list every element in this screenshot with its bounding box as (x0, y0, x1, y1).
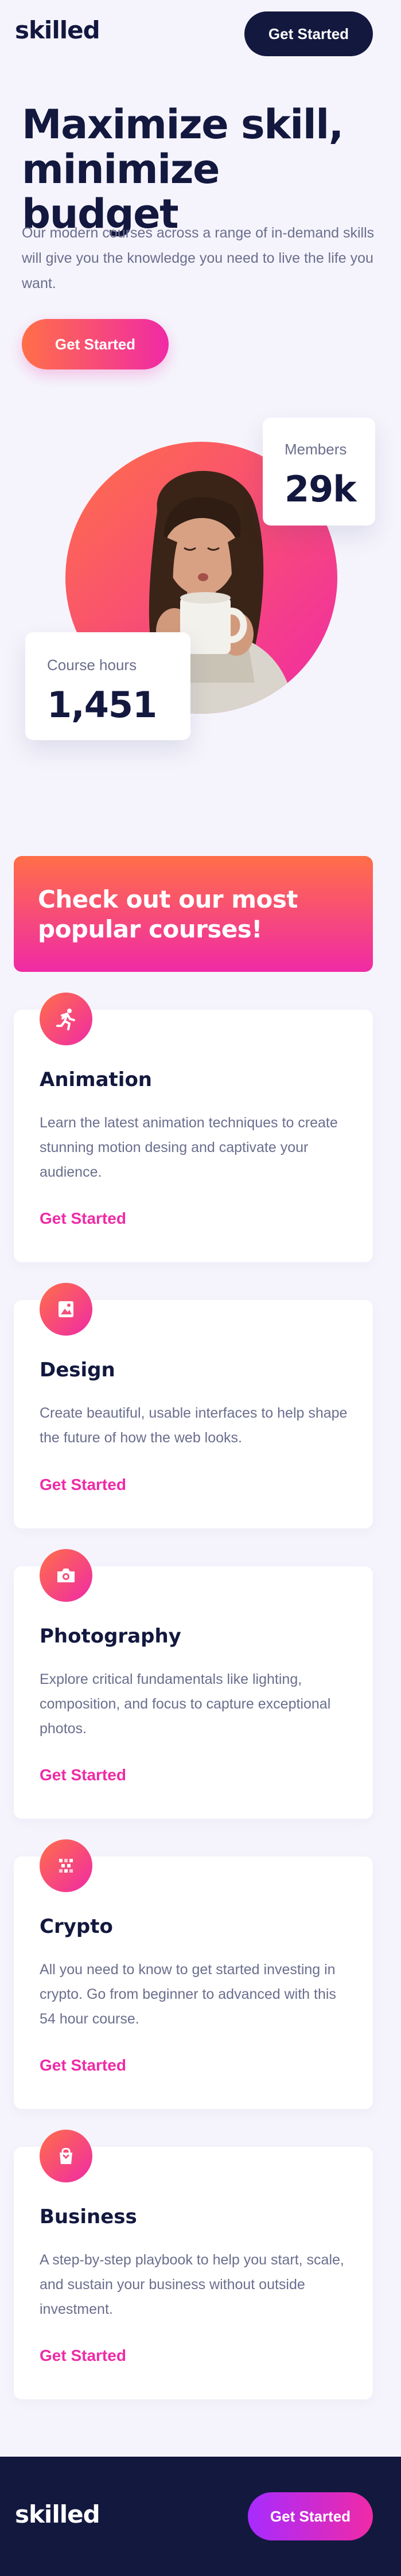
crypto-icon (40, 1839, 92, 1892)
courses-heading: Check out our most popular courses! (38, 885, 298, 943)
course-hours-stat-card: Course hours 1,451 (25, 632, 190, 740)
course-get-started-link[interactable]: Get Started (40, 2347, 126, 2365)
courses-heading-card: Check out our most popular courses! (14, 856, 373, 972)
footer-logo[interactable]: skilled (15, 2500, 100, 2528)
hero-get-started-button[interactable]: Get Started (22, 319, 169, 369)
course-get-started-link[interactable]: Get Started (40, 1209, 126, 1228)
logo[interactable]: skilled (15, 16, 100, 44)
course-title: Design (40, 1359, 115, 1382)
course-description: Explore critical fundamentals like light… (40, 1671, 331, 1737)
course-title: Animation (40, 1068, 153, 1091)
course-card-design: Design Create beautiful, usable interfac… (14, 1283, 373, 1528)
footer: skilled Get Started (0, 2457, 401, 2576)
course-get-started-link[interactable]: Get Started (40, 1476, 126, 1494)
course-card-photography: Photography Explore critical fundamental… (14, 1549, 373, 1819)
course-card-business: Business A step-by-step playbook to help… (14, 2130, 373, 2399)
members-stat-card: Members 29k (263, 418, 375, 526)
course-description: A step-by-step playbook to help you star… (40, 2252, 344, 2317)
running-figure-icon (40, 993, 92, 1045)
hero-title: Maximize skill, minimize budget (22, 101, 344, 238)
course-get-started-link[interactable]: Get Started (40, 2056, 126, 2075)
course-get-started-link[interactable]: Get Started (40, 1766, 126, 1784)
shopping-bag-icon (40, 2130, 92, 2182)
course-hours-label: Course hours (47, 656, 137, 674)
course-title: Photography (40, 1625, 181, 1648)
footer-get-started-button[interactable]: Get Started (248, 2492, 373, 2540)
course-title: Business (40, 2205, 137, 2228)
course-description: Create beautiful, usable interfaces to h… (40, 1405, 348, 1446)
members-label: Members (285, 441, 347, 458)
course-description: Learn the latest animation techniques to… (40, 1115, 338, 1180)
course-title: Crypto (40, 1915, 113, 1938)
course-card-animation: Animation Learn the latest animation tec… (14, 993, 373, 1262)
course-description: All you need to know to get started inve… (40, 1962, 336, 2027)
picture-frame-icon (40, 1283, 92, 1336)
course-hours-value: 1,451 (47, 684, 157, 726)
camera-icon (40, 1549, 92, 1602)
hero-description: Our modern courses across a range of in-… (22, 225, 375, 291)
header-get-started-button[interactable]: Get Started (244, 11, 373, 56)
course-card-crypto: Crypto All you need to know to get start… (14, 1839, 373, 2109)
members-value: 29k (285, 468, 357, 510)
